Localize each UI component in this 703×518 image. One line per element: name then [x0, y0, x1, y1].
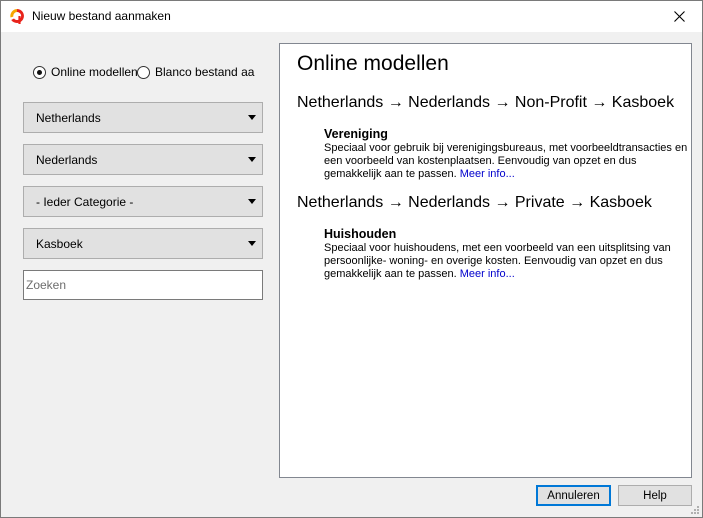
chevron-down-icon [248, 115, 256, 120]
chevron-down-icon [248, 157, 256, 162]
radio-blank-label: Blanco bestand aanmaken [155, 65, 255, 79]
search-field[interactable] [23, 270, 263, 300]
model-description: Speciaal voor gebruik bij verenigingsbur… [324, 142, 691, 181]
more-info-link[interactable]: Meer info... [460, 268, 515, 280]
resize-grip-icon[interactable] [689, 504, 700, 515]
dialog-window: Nieuw bestand aanmaken Online modellen B… [0, 0, 703, 518]
type-select-value: Kasboek [36, 236, 83, 251]
radio-online-indicator[interactable] [33, 65, 46, 79]
radio-online-models[interactable]: Online modellen [33, 65, 138, 79]
title-bar: Nieuw bestand aanmaken [1, 1, 702, 32]
close-button[interactable] [656, 1, 702, 32]
language-select[interactable]: Nederlands [23, 144, 263, 175]
model-description: Speciaal voor huishoudens, met een voorb… [324, 242, 691, 281]
radio-online-label: Online modellen [51, 65, 138, 79]
panel-heading: Online modellen [297, 52, 449, 75]
country-select[interactable]: Netherlands [23, 102, 263, 133]
models-panel[interactable]: Online modellen Netherlands → Nederlands… [279, 43, 692, 478]
chevron-down-icon [248, 241, 256, 246]
language-select-value: Nederlands [36, 152, 98, 167]
group-path: Netherlands → Nederlands → Private → Kas… [297, 194, 652, 211]
model-title[interactable]: Huishouden [324, 226, 691, 242]
category-select[interactable]: - Ieder Categorie - [23, 186, 263, 217]
chevron-down-icon [248, 199, 256, 204]
app-logo-icon [9, 8, 25, 25]
radio-blank-indicator[interactable] [137, 65, 150, 79]
type-select[interactable]: Kasboek [23, 228, 263, 259]
help-button[interactable]: Help [618, 485, 692, 506]
window-title: Nieuw bestand aanmaken [32, 9, 171, 23]
more-info-link[interactable]: Meer info... [460, 168, 515, 180]
model-item[interactable]: Vereniging Speciaal voor gebruik bij ver… [324, 126, 691, 181]
model-title[interactable]: Vereniging [324, 126, 691, 142]
category-select-value: - Ieder Categorie - [36, 194, 134, 209]
model-item[interactable]: Huishouden Speciaal voor huishoudens, me… [324, 226, 691, 281]
close-icon [673, 11, 685, 22]
country-select-value: Netherlands [36, 110, 101, 125]
radio-blank-file[interactable]: Blanco bestand aanmaken [137, 65, 255, 79]
search-input[interactable] [26, 271, 262, 299]
cancel-button[interactable]: Annuleren [536, 485, 611, 506]
group-path: Netherlands → Nederlands → Non-Profit → … [297, 94, 675, 111]
